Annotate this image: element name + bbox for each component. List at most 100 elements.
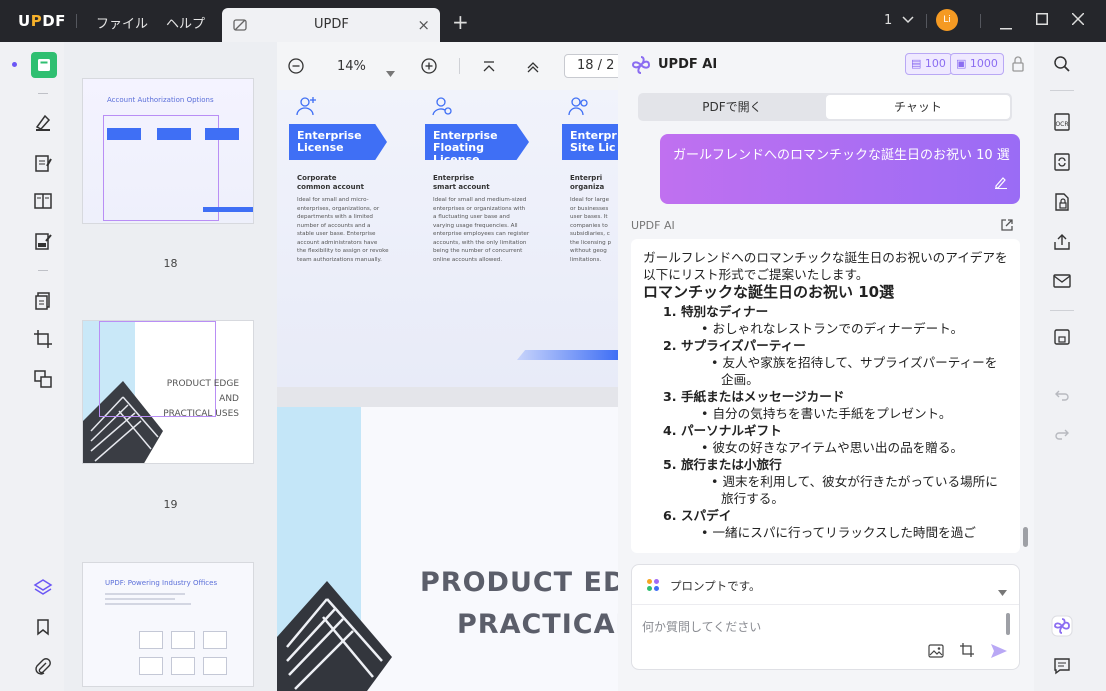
prompt-label: プロンプトです。: [670, 579, 761, 593]
license-subtitle: Corporate common account: [297, 174, 364, 192]
divider: [38, 270, 48, 271]
list-item-title: 2. サプライズパーティー: [663, 337, 1008, 354]
page-selector[interactable]: 1: [884, 13, 914, 28]
description-line: number of accounts and a: [297, 222, 371, 229]
previous-page-icon[interactable]: [526, 59, 540, 78]
search-icon[interactable]: [1050, 52, 1074, 76]
lock-icon[interactable]: [1012, 56, 1024, 76]
updf-ai-icon[interactable]: [1050, 614, 1074, 638]
redo-icon[interactable]: [1050, 422, 1074, 446]
credit-badge[interactable]: ▤ 100: [905, 53, 952, 75]
list-item-title: 4. パーソナルギフト: [663, 422, 1008, 439]
form-icon[interactable]: [30, 228, 56, 254]
page-number-input[interactable]: 18 / 2: [564, 54, 618, 78]
tab-open-pdf[interactable]: PDFで開く: [640, 95, 824, 119]
thumb-tile: [171, 657, 195, 675]
tab-title: UPDF: [314, 17, 349, 32]
minimize-button[interactable]: [1000, 18, 1012, 34]
app-logo[interactable]: UPDF: [18, 12, 66, 30]
share-icon[interactable]: [1050, 230, 1074, 254]
description-line: varying usage frequencies. All: [433, 222, 518, 229]
comments-list-icon[interactable]: [1050, 654, 1074, 678]
license-banner: Enterpr Site Lic: [562, 124, 618, 160]
organize-pages-icon[interactable]: [30, 288, 56, 314]
credit-value: 1000: [969, 57, 998, 70]
close-window-button[interactable]: [1071, 12, 1085, 29]
crop-icon[interactable]: [30, 326, 56, 352]
convert-pdf-icon[interactable]: [1050, 150, 1074, 174]
edit-pdf-icon[interactable]: [30, 150, 56, 176]
zoom-level[interactable]: 14%: [337, 59, 366, 74]
license-subtitle-line: Corporate: [297, 174, 337, 182]
page-tools-icon[interactable]: [30, 188, 56, 214]
convert-icon[interactable]: [30, 366, 56, 392]
layers-icon[interactable]: [30, 574, 56, 600]
new-tab-button[interactable]: +: [452, 10, 469, 34]
tab-chat[interactable]: チャット: [826, 95, 1010, 119]
answer-scrollbar[interactable]: [1023, 527, 1028, 547]
ai-answer-label: UPDF AI: [631, 219, 675, 232]
chat-input[interactable]: 何か質問してください: [642, 618, 761, 635]
zoom-in-icon[interactable]: [421, 58, 437, 78]
divider: [38, 93, 48, 94]
list-item-title: 5. 旅行または小旅行: [663, 456, 1008, 473]
list-item-detail: • 彼女の好きなアイテムや思い出の品を贈る。: [701, 440, 964, 455]
close-tab-icon[interactable]: ×: [417, 16, 430, 34]
list-item-number: 3.: [663, 389, 677, 404]
license-banner: Enterprise License: [289, 124, 387, 160]
screenshot-icon[interactable]: [959, 642, 975, 662]
credit-badge[interactable]: ▣ 1000: [950, 53, 1004, 75]
undo-icon[interactable]: [1050, 383, 1074, 407]
first-page-icon[interactable]: [482, 59, 496, 78]
divider: [1050, 90, 1074, 91]
license-subtitle-line: common account: [297, 183, 364, 191]
thumbnail-page-18[interactable]: Account Authorization Options: [82, 78, 254, 224]
menu-help[interactable]: ヘルプ: [166, 13, 205, 32]
maximize-button[interactable]: [1036, 13, 1048, 29]
ocr-icon[interactable]: OCR: [1050, 110, 1074, 134]
chevron-down-icon: [902, 16, 914, 24]
description-line: Ideal for small and medium-sized: [433, 197, 527, 203]
right-toolbar: OCR: [1034, 42, 1106, 691]
zoom-dropdown-icon[interactable]: [386, 62, 395, 81]
prompt-dots-icon: [646, 577, 660, 596]
tab-updf[interactable]: UPDF ×: [222, 8, 440, 42]
answer-intro: ガールフレンドへのロマンチックな誕生日のお祝いのアイデアを以下にリスト形式でご提…: [643, 250, 1008, 282]
description-line: the flexibility to assign or revoke: [297, 248, 389, 254]
license-title: Site Lic: [570, 141, 616, 154]
description-line: or businesses: [570, 205, 609, 212]
save-icon[interactable]: [1050, 325, 1074, 349]
email-icon[interactable]: [1050, 269, 1074, 293]
description-line: enterprise employees can register: [433, 231, 530, 237]
indicator-dot: [12, 62, 17, 67]
thumbnail-page-19[interactable]: PRODUCT EDGE AND PRACTICAL USES: [82, 320, 254, 464]
list-item-number: 2.: [663, 338, 677, 353]
divider: [459, 58, 460, 74]
zoom-out-icon[interactable]: [288, 58, 304, 78]
edit-icon[interactable]: [994, 174, 1008, 193]
send-icon[interactable]: [990, 643, 1008, 663]
license-subtitle: Enterprise smart account: [433, 174, 490, 192]
thumbnail-page-20[interactable]: UPDF: Powering Industry Offices: [82, 562, 254, 687]
list-item-label: 旅行または小旅行: [680, 457, 782, 472]
prompt-selector[interactable]: プロンプトです。: [632, 565, 1019, 605]
reader-mode-icon[interactable]: [31, 52, 57, 78]
comment-icon[interactable]: [30, 110, 56, 136]
input-scrollbar[interactable]: [1006, 613, 1010, 635]
license-description: Ideal for small and medium-sized enterpri…: [433, 196, 559, 264]
thumbnail-title-line: PRACTICAL USES: [163, 409, 239, 419]
page-selector-value: 1: [884, 13, 893, 28]
document-tab-icon: [232, 17, 248, 37]
menu-file[interactable]: ファイル: [96, 13, 148, 32]
divider: [980, 14, 981, 28]
external-link-icon[interactable]: [1000, 217, 1014, 236]
attachment-icon[interactable]: [30, 654, 56, 680]
protect-icon[interactable]: [1050, 190, 1074, 214]
description-line: a fluctuating user base and: [433, 214, 510, 220]
avatar[interactable]: Li: [936, 9, 958, 31]
bookmark-icon[interactable]: [30, 614, 56, 640]
image-upload-icon[interactable]: [928, 643, 944, 662]
list-item-title: 3. 手紙またはメッセージカード: [663, 388, 1008, 405]
chat-credit-icon: ▣: [956, 57, 967, 70]
license-title: License: [297, 141, 344, 154]
